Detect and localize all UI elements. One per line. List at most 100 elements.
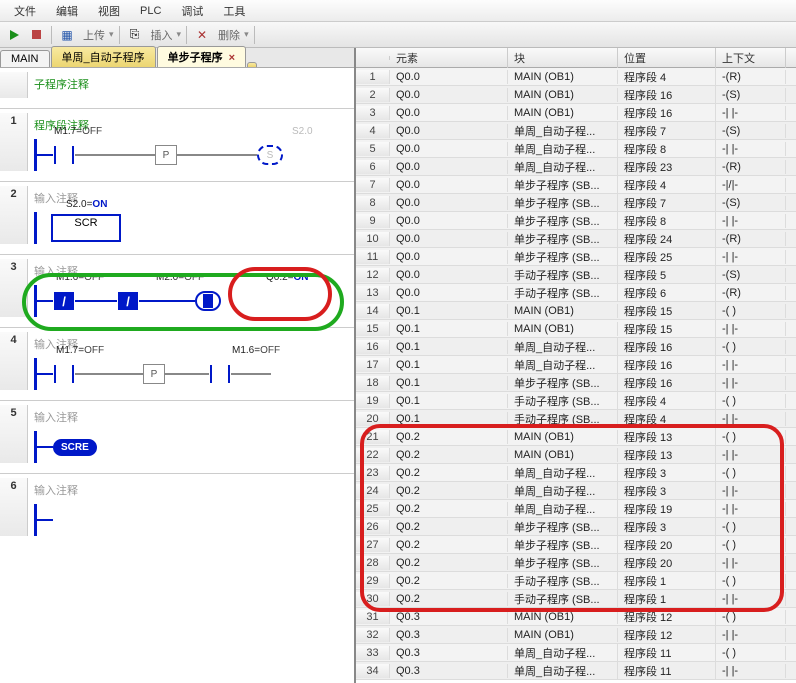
cell: 单步子程序 (SB...: [508, 248, 618, 266]
table-row[interactable]: 29Q0.2手动子程序 (SB...程序段 1-( ): [356, 572, 796, 590]
network-number: 1: [0, 113, 28, 171]
rung[interactable]: S2.0=ONSCR: [34, 212, 354, 244]
rung[interactable]: M1.7=OFFPS2.0S: [34, 139, 354, 171]
table-row[interactable]: 10Q0.0单步子程序 (SB...程序段 24-(R): [356, 230, 796, 248]
menu-工具[interactable]: 工具: [213, 1, 255, 21]
table-row[interactable]: 15Q0.1MAIN (OB1)程序段 15-| |-: [356, 320, 796, 338]
table-row[interactable]: 17Q0.1单周_自动子程...程序段 16-| |-: [356, 356, 796, 374]
row-number: 12: [356, 268, 390, 282]
pulse-box[interactable]: P: [143, 364, 165, 384]
pulse-box[interactable]: P: [155, 145, 177, 165]
menu-编辑[interactable]: 编辑: [46, 1, 88, 21]
table-row[interactable]: 5Q0.0单周_自动子程...程序段 8-| |-: [356, 140, 796, 158]
table-row[interactable]: 24Q0.2单周_自动子程...程序段 3-| |-: [356, 482, 796, 500]
run-button[interactable]: [4, 25, 24, 45]
table-row[interactable]: 31Q0.3MAIN (OB1)程序段 12-( ): [356, 608, 796, 626]
col-element[interactable]: 元素: [390, 48, 508, 68]
operand-label: S2.0=ON: [66, 199, 107, 210]
stop-icon: [32, 30, 41, 39]
tab-MAIN[interactable]: MAIN: [0, 50, 50, 67]
menu-调试[interactable]: 调试: [171, 1, 213, 21]
row-number: 14: [356, 304, 390, 318]
table-row[interactable]: 30Q0.2手动子程序 (SB...程序段 1-| |-: [356, 590, 796, 608]
table-row[interactable]: 25Q0.2单周_自动子程...程序段 19-| |-: [356, 500, 796, 518]
cell: Q0.3: [390, 664, 508, 678]
table-row[interactable]: 9Q0.0单步子程序 (SB...程序段 8-| |-: [356, 212, 796, 230]
cell: 程序段 16: [618, 104, 716, 122]
table-row[interactable]: 6Q0.0单周_自动子程...程序段 23-(R): [356, 158, 796, 176]
ladder-area[interactable]: 子程序注释 1程序段注释M1.7=OFFPS2.0S2输入注释S2.0=ONSC…: [0, 68, 354, 683]
insert-label[interactable]: 插入: [147, 27, 177, 43]
sub-header: 子程序注释: [34, 76, 354, 92]
cell: MAIN (OB1): [508, 610, 618, 624]
cell: 单周_自动子程...: [508, 122, 618, 140]
cell: 程序段 6: [618, 284, 716, 302]
row-number: 28: [356, 556, 390, 570]
table-row[interactable]: 14Q0.1MAIN (OB1)程序段 15-( ): [356, 302, 796, 320]
cell: MAIN (OB1): [508, 304, 618, 318]
col-context[interactable]: 上下文: [716, 48, 786, 68]
cell: Q0.0: [390, 160, 508, 174]
coil[interactable]: [195, 291, 221, 311]
stop-button[interactable]: [26, 25, 46, 45]
table-row[interactable]: 1Q0.0MAIN (OB1)程序段 4-(R): [356, 68, 796, 86]
table-row[interactable]: 23Q0.2单周_自动子程...程序段 3-( ): [356, 464, 796, 482]
contact[interactable]: [210, 365, 230, 383]
table-row[interactable]: 4Q0.0单周_自动子程...程序段 7-(S): [356, 122, 796, 140]
table-row[interactable]: 26Q0.2单步子程序 (SB...程序段 3-( ): [356, 518, 796, 536]
cell: -| |-: [716, 376, 786, 390]
table-row[interactable]: 8Q0.0单步子程序 (SB...程序段 7-(S): [356, 194, 796, 212]
menu-文件[interactable]: 文件: [4, 1, 46, 21]
cell: 单周_自动子程...: [508, 482, 618, 500]
cell: 程序段 4: [618, 68, 716, 86]
rung[interactable]: SCRE: [34, 431, 354, 463]
col-location[interactable]: 位置: [618, 48, 716, 68]
table-row[interactable]: 22Q0.2MAIN (OB1)程序段 13-| |-: [356, 446, 796, 464]
table-row[interactable]: 11Q0.0单步子程序 (SB...程序段 25-| |-: [356, 248, 796, 266]
table-row[interactable]: 19Q0.1手动子程序 (SB...程序段 4-( ): [356, 392, 796, 410]
table-row[interactable]: 7Q0.0单步子程序 (SB...程序段 4-|/|-: [356, 176, 796, 194]
table-row[interactable]: 34Q0.3单周_自动子程...程序段 11-| |-: [356, 662, 796, 680]
contact[interactable]: /: [54, 292, 74, 310]
rung[interactable]: M1.7=OFFPM1.6=OFF: [34, 358, 354, 390]
scr-box[interactable]: SCR: [51, 214, 121, 242]
table-row[interactable]: 12Q0.0手动子程序 (SB...程序段 5-(S): [356, 266, 796, 284]
menu-视图[interactable]: 视图: [88, 1, 130, 21]
contact[interactable]: [54, 146, 74, 164]
tab-单周_自动子程序[interactable]: 单周_自动子程序: [51, 46, 156, 67]
table-row[interactable]: 27Q0.2单步子程序 (SB...程序段 20-( ): [356, 536, 796, 554]
table-row[interactable]: 18Q0.1单步子程序 (SB...程序段 16-| |-: [356, 374, 796, 392]
table-row[interactable]: 20Q0.1手动子程序 (SB...程序段 4-| |-: [356, 410, 796, 428]
tab-单步子程序[interactable]: 单步子程序×: [157, 46, 246, 67]
table-row[interactable]: 28Q0.2单步子程序 (SB...程序段 20-| |-: [356, 554, 796, 572]
table-row[interactable]: 16Q0.1单周_自动子程...程序段 16-( ): [356, 338, 796, 356]
menu-PLC[interactable]: PLC: [130, 3, 171, 19]
cell: -(R): [716, 160, 786, 174]
scre-pill[interactable]: SCRE: [53, 439, 97, 456]
tool-icon-3[interactable]: ✕: [192, 25, 212, 45]
contact[interactable]: [54, 365, 74, 383]
delete-label[interactable]: 删除: [214, 27, 244, 43]
cell: -(R): [716, 286, 786, 300]
grid-body[interactable]: 1Q0.0MAIN (OB1)程序段 4-(R)2Q0.0MAIN (OB1)程…: [356, 68, 796, 683]
table-row[interactable]: 3Q0.0MAIN (OB1)程序段 16-| |-: [356, 104, 796, 122]
table-row[interactable]: 2Q0.0MAIN (OB1)程序段 16-(S): [356, 86, 796, 104]
cell: Q0.2: [390, 574, 508, 588]
coil[interactable]: S: [257, 145, 283, 165]
tool-icon-1[interactable]: ▦: [57, 25, 77, 45]
tool-icon-2[interactable]: ⎘: [125, 25, 145, 45]
contact[interactable]: /: [118, 292, 138, 310]
table-row[interactable]: 33Q0.3单周_自动子程...程序段 11-( ): [356, 644, 796, 662]
col-block[interactable]: 块: [508, 48, 618, 68]
row-number: 25: [356, 502, 390, 516]
table-row[interactable]: 32Q0.3MAIN (OB1)程序段 12-| |-: [356, 626, 796, 644]
tab-overflow[interactable]: [247, 62, 257, 67]
upload-label[interactable]: 上传: [79, 27, 109, 43]
table-row[interactable]: 13Q0.0手动子程序 (SB...程序段 6-(R): [356, 284, 796, 302]
close-icon[interactable]: ×: [229, 52, 235, 64]
rung[interactable]: [34, 504, 354, 536]
rung[interactable]: M1.6=OFF/M2.0=OFF/Q0.2=ON: [34, 285, 354, 317]
cell: -( ): [716, 394, 786, 408]
operand-label: Q0.2=ON: [266, 272, 309, 283]
table-row[interactable]: 21Q0.2MAIN (OB1)程序段 13-( ): [356, 428, 796, 446]
